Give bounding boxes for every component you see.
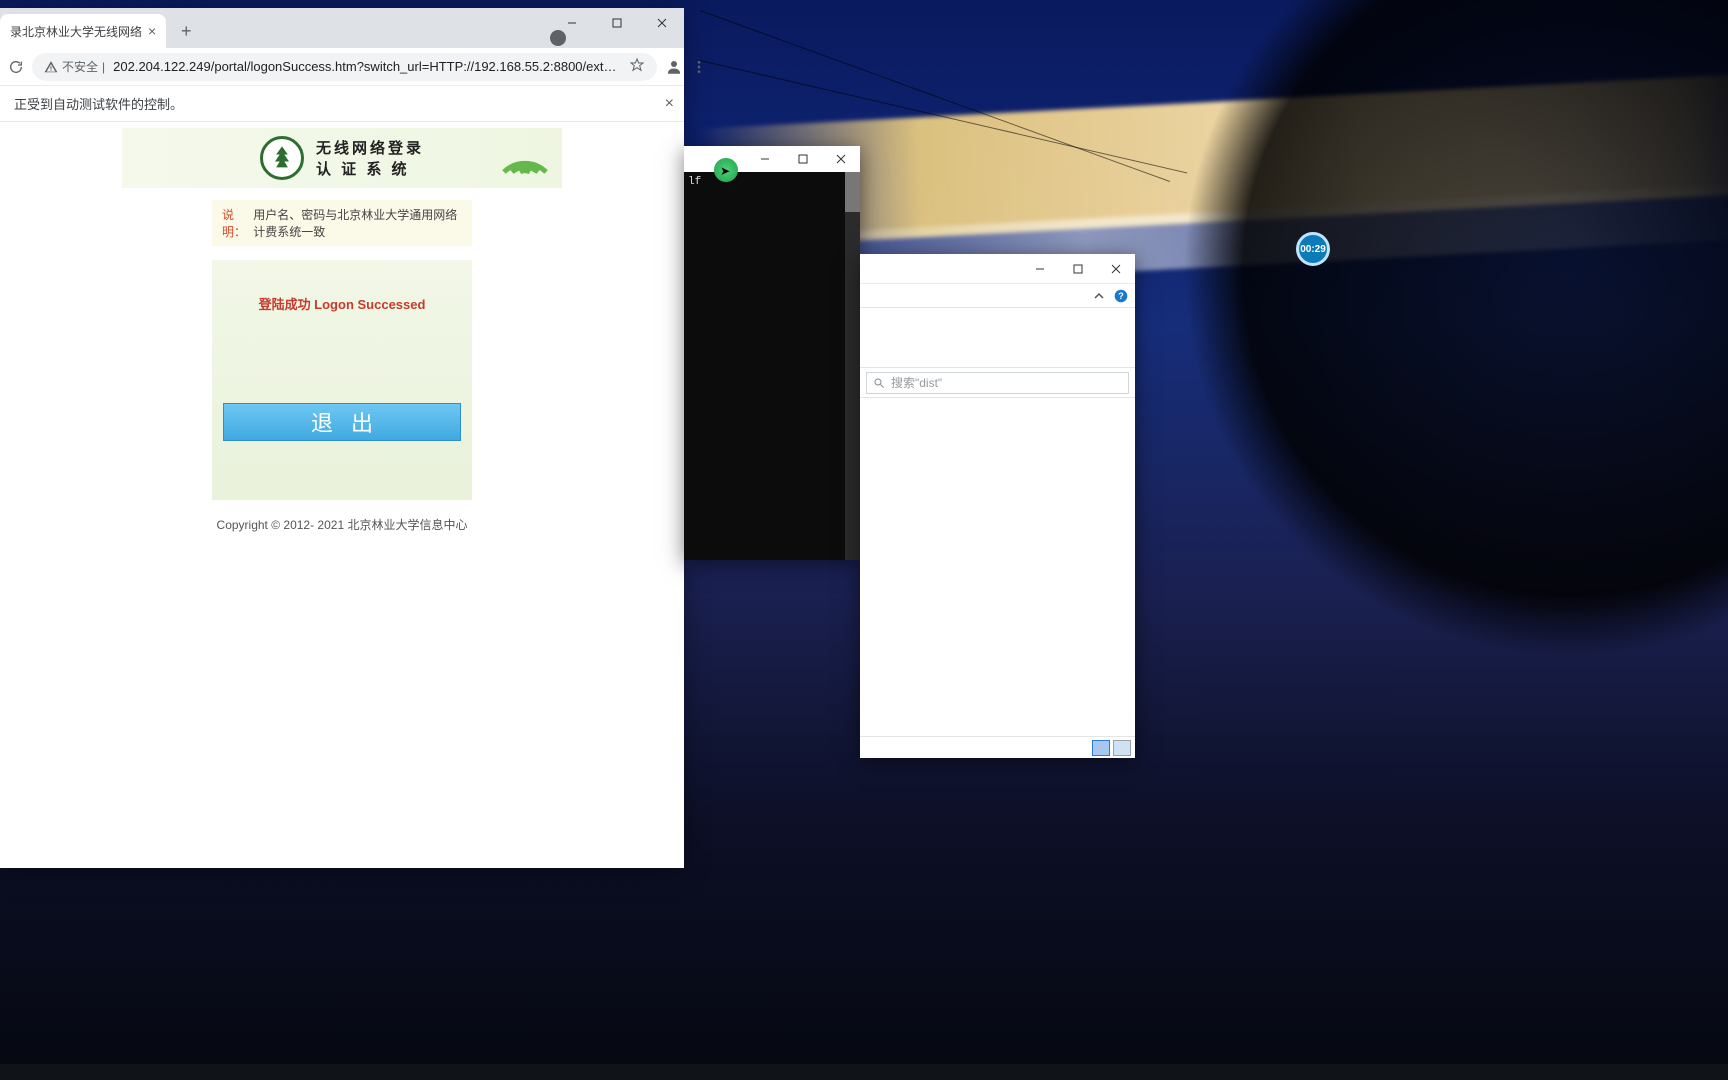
maximize-button[interactable] — [1059, 254, 1097, 284]
maximize-button[interactable] — [784, 146, 822, 172]
security-indicator[interactable]: 不安全 | — [44, 58, 105, 75]
warning-icon — [44, 60, 58, 74]
browser-tab[interactable]: 录北京林业大学无线网络 × — [0, 14, 166, 48]
scrollbar-thumb[interactable] — [845, 172, 860, 212]
explorer-toolbar-area — [860, 308, 1135, 368]
page-viewport[interactable]: 无线网络登录 认 证 系 统 说明： 用户名、密码与北京林业大学通用网络计费系统… — [0, 122, 684, 868]
profile-button[interactable] — [665, 56, 683, 78]
timer-value: 00:29 — [1300, 244, 1326, 255]
note-text: 用户名、密码与北京林业大学通用网络计费系统一致 — [253, 206, 462, 240]
recording-timer-badge: 00:29 — [1296, 232, 1330, 266]
console-output[interactable]: lf — [684, 172, 860, 560]
console-text: lf — [688, 176, 701, 188]
portal-page: 无线网络登录 认 证 系 统 说明： 用户名、密码与北京林业大学通用网络计费系统… — [0, 122, 684, 533]
console-window: ➤ lf — [684, 146, 860, 560]
minimize-button[interactable] — [549, 8, 594, 38]
explorer-search-input[interactable]: 搜索"dist" — [866, 372, 1129, 394]
help-button[interactable]: ? — [1113, 288, 1129, 304]
explorer-ribbon: ? — [860, 284, 1135, 308]
infobar-close-button[interactable]: × — [665, 95, 674, 113]
portal-note: 说明： 用户名、密码与北京林业大学通用网络计费系统一致 — [212, 200, 472, 246]
portal-body: 登陆成功 Logon Successed 退出 — [212, 260, 472, 500]
console-titlebar[interactable]: ➤ — [684, 146, 860, 172]
console-window-controls — [746, 146, 860, 172]
portal-header: 无线网络登录 认 证 系 统 — [122, 128, 562, 188]
minimize-button[interactable] — [746, 146, 784, 172]
infobar-text: 正受到自动测试软件的控制。 — [14, 94, 183, 113]
chrome-tabstrip: 录北京林业大学无线网络 × + — [0, 8, 684, 48]
logout-button[interactable]: 退出 — [223, 403, 461, 441]
portal-title: 无线网络登录 认 证 系 统 — [316, 137, 424, 179]
profile-icon — [665, 58, 683, 76]
login-status-message: 登陆成功 Logon Successed — [259, 294, 426, 313]
minimize-icon — [567, 18, 577, 28]
explorer-search-row: 搜索"dist" — [860, 368, 1135, 398]
icons-view-button[interactable] — [1113, 740, 1131, 756]
close-button[interactable] — [822, 146, 860, 172]
explorer-titlebar[interactable] — [860, 254, 1135, 284]
tab-close-icon[interactable]: × — [148, 23, 156, 39]
security-label: 不安全 — [62, 58, 98, 75]
portal-title-line2: 认 证 系 统 — [316, 158, 410, 179]
separator: | — [102, 60, 105, 74]
tab-title: 录北京林业大学无线网络 — [10, 23, 142, 40]
search-icon — [873, 377, 885, 389]
explorer-content-area[interactable] — [860, 398, 1135, 736]
background-foliage — [1150, 0, 1728, 690]
close-button[interactable] — [1097, 254, 1135, 284]
close-icon — [657, 18, 667, 28]
chevron-up-icon — [1093, 290, 1105, 302]
chrome-toolbar: 不安全 | 202.204.122.249/portal/logonSucces… — [0, 48, 684, 86]
console-scrollbar[interactable] — [845, 172, 860, 560]
help-icon: ? — [1114, 289, 1128, 303]
ribbon-expand-button[interactable] — [1091, 288, 1107, 304]
wifi-icon — [498, 134, 552, 178]
explorer-statusbar — [860, 736, 1135, 758]
maximize-icon — [612, 18, 622, 28]
copyright-text: Copyright © 2012- 2021 北京林业大学信息中心 — [122, 516, 562, 533]
menu-button[interactable] — [691, 56, 707, 78]
automation-infobar: 正受到自动测试软件的控制。 × — [0, 86, 684, 122]
svg-text:?: ? — [1118, 291, 1124, 301]
minimize-icon — [760, 154, 770, 164]
explorer-window: ? 搜索"dist" — [860, 254, 1135, 758]
kebab-icon — [691, 59, 707, 75]
close-button[interactable] — [639, 8, 684, 38]
maximize-button[interactable] — [594, 8, 639, 38]
minimize-button[interactable] — [1021, 254, 1059, 284]
close-icon — [1111, 264, 1121, 274]
minimize-icon — [1035, 264, 1045, 274]
star-icon — [629, 57, 645, 73]
reload-button[interactable] — [8, 56, 24, 78]
details-view-button[interactable] — [1092, 740, 1110, 756]
reload-icon — [8, 59, 24, 75]
search-placeholder: 搜索"dist" — [891, 374, 942, 391]
close-icon — [836, 154, 846, 164]
maximize-icon — [1073, 264, 1083, 274]
chrome-window: 录北京林业大学无线网络 × + 不安全 | 202.20 — [0, 8, 684, 868]
bookmark-button[interactable] — [629, 57, 645, 76]
note-label: 说明： — [222, 206, 249, 240]
maximize-icon — [798, 154, 808, 164]
university-logo — [260, 136, 304, 180]
tree-icon — [268, 144, 296, 172]
chrome-window-controls — [549, 8, 684, 38]
new-tab-button[interactable]: + — [172, 17, 200, 45]
address-bar[interactable]: 不安全 | 202.204.122.249/portal/logonSucces… — [32, 53, 657, 81]
url-text: 202.204.122.249/portal/logonSuccess.htm?… — [113, 59, 621, 74]
windows-taskbar[interactable] — [0, 1064, 1728, 1080]
portal-title-line1: 无线网络登录 — [316, 137, 424, 158]
